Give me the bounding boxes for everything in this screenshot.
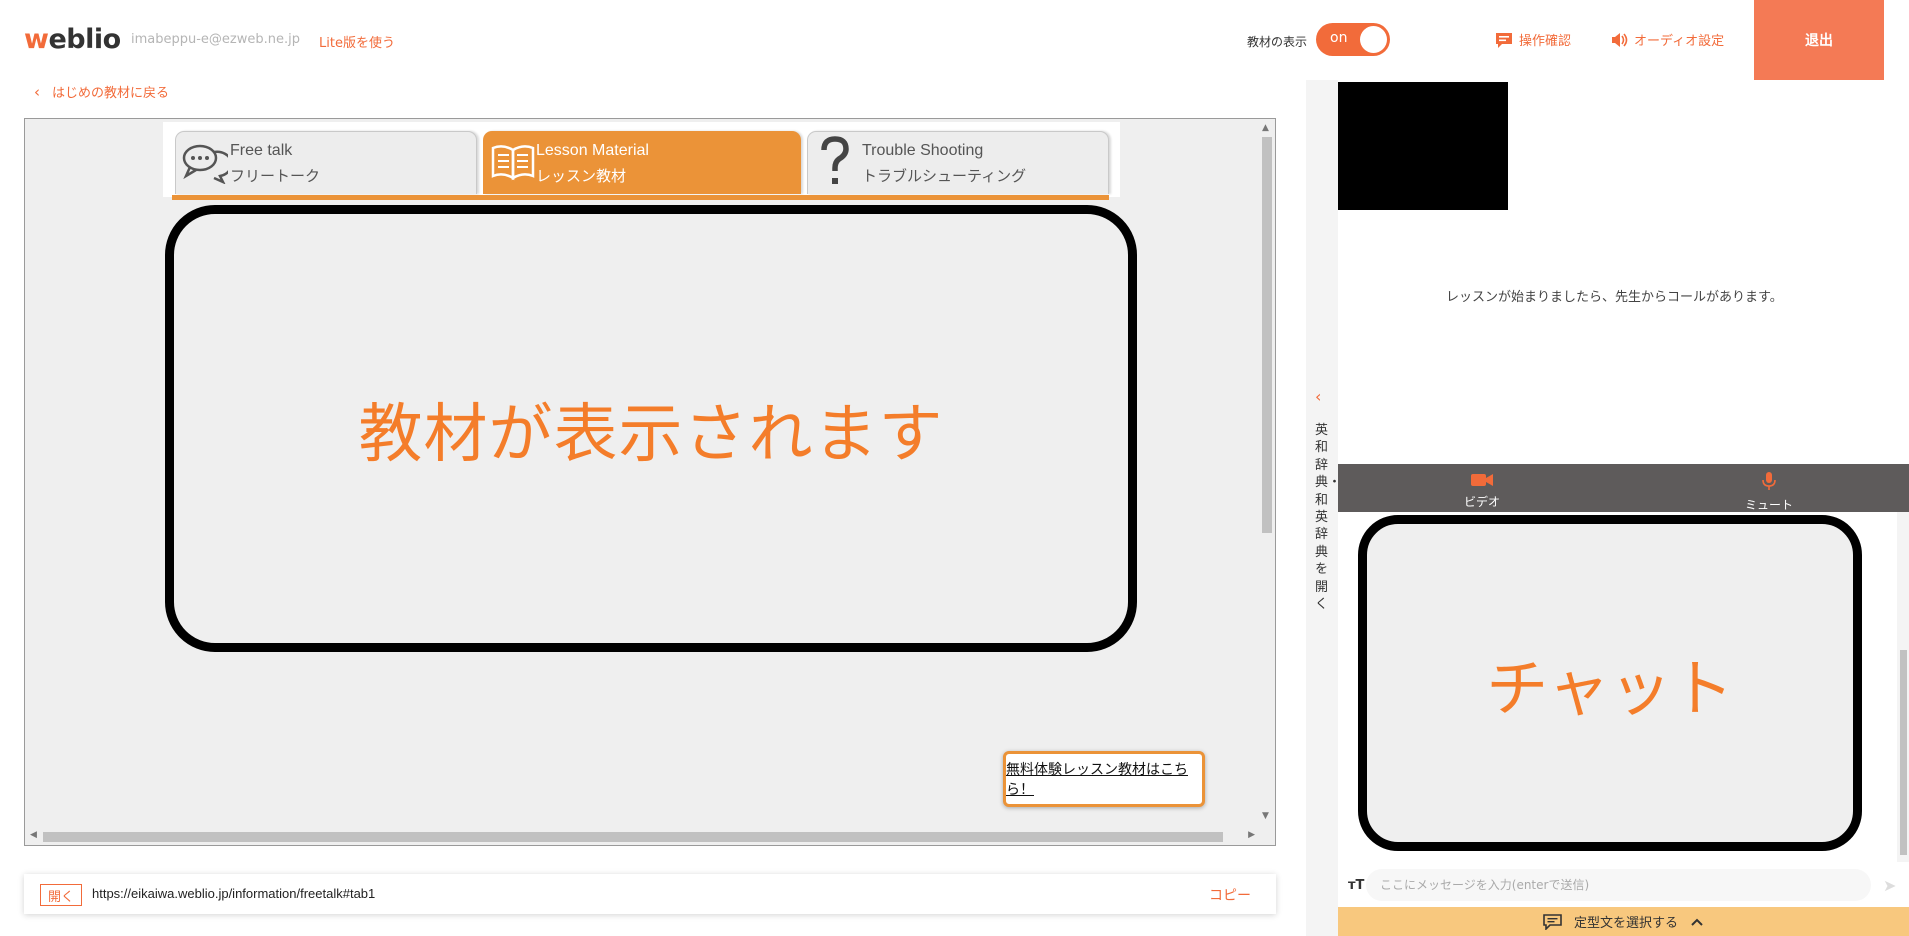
dictionary-toggle-strip[interactable]: ‹ 英和辞典・和英辞典を開く [1306,80,1342,936]
chat-scrollbar[interactable] [1897,512,1909,862]
message-template-icon [1543,913,1562,930]
speaker-icon [1612,32,1628,47]
microphone-icon [1762,472,1776,490]
material-url: https://eikaiwa.weblio.jp/information/fr… [92,886,376,901]
material-placeholder-text: 教材が表示されます [358,397,944,472]
scroll-right-arrow-icon[interactable]: ▶ [1248,830,1255,840]
speech-bubbles-icon [182,142,233,188]
mute-button[interactable]: ミュート [1729,472,1809,513]
material-display-area: 教材が表示されます [165,205,1137,652]
material-frame: Free talk フリートーク Lesson Material レッスン教材 … [24,118,1276,846]
self-video-preview [1338,82,1508,210]
audio-settings-button[interactable]: オーディオ設定 [1611,30,1724,49]
tab-lesson-material[interactable]: Lesson Material レッスン教材 [483,131,801,194]
video-button[interactable]: ビデオ [1442,472,1522,510]
send-icon[interactable]: ➤ [1883,876,1896,895]
question-mark-icon [820,136,850,192]
open-book-icon [490,142,536,186]
trial-lesson-material-link[interactable]: 無料体験レッスン教材はこちら！ [1006,759,1202,799]
vertical-scroll-thumb[interactable] [1262,137,1272,533]
tab-free-talk[interactable]: Free talk フリートーク [175,131,477,194]
toggle-state-text: on [1330,30,1348,46]
header: weblio imabeppu-e@ezweb.ne.jp Lite版を使う 教… [0,0,1909,80]
lite-version-link[interactable]: Lite版を使う [319,32,395,51]
copy-url-button[interactable]: コピー [1209,885,1251,905]
user-email: imabeppu-e@ezweb.ne.jp [131,32,300,47]
chat-area: チャット [1338,512,1909,862]
right-panel: レッスンが始まりましたら、先生からコールがあります。 ビデオ ミュート チャット [1338,80,1909,936]
material-display-toggle[interactable]: on [1316,23,1390,56]
material-horizontal-scrollbar[interactable]: ◀ ▶ [25,828,1275,845]
material-vertical-scrollbar[interactable]: ▲ ▼ [1258,119,1275,829]
operation-check-button[interactable]: 操作確認 [1495,30,1571,49]
weblio-logo[interactable]: weblio [24,24,121,55]
font-size-icon[interactable]: тT [1348,878,1364,893]
scroll-up-arrow-icon[interactable]: ▲ [1262,123,1269,133]
horizontal-scroll-thumb[interactable] [43,832,1223,842]
video-camera-icon [1471,474,1493,486]
toggle-knob [1360,26,1387,53]
open-url-button[interactable]: 開く [40,884,82,906]
chat-message-input[interactable] [1366,869,1871,901]
tabs-underline [172,195,1109,200]
media-control-bar: ビデオ ミュート [1338,464,1909,512]
chevron-up-icon [1691,918,1703,926]
scroll-left-arrow-icon[interactable]: ◀ [30,830,37,840]
lesson-waiting-message: レッスンが始まりましたら、先生からコールがあります。 [1446,290,1783,305]
template-phrase-selector[interactable]: 定型文を選択する [1338,907,1909,936]
chat-scroll-thumb[interactable] [1900,650,1907,855]
chevron-left-icon: ‹ [1315,387,1322,406]
tab-trouble-shooting[interactable]: Trouble Shooting トラブルシューティング [807,131,1109,194]
chevron-left-icon: ‹ [34,82,40,101]
material-display-label: 教材の表示 [1247,35,1308,49]
message-input-row: тT ➤ [1338,866,1909,906]
url-bar: 開く https://eikaiwa.weblio.jp/information… [24,874,1276,914]
exit-button[interactable]: 退出 [1754,0,1884,80]
back-to-first-material-link[interactable]: ‹ はじめの教材に戻る [34,82,169,102]
trial-lesson-link-box: 無料体験レッスン教材はこちら！ [1003,751,1205,807]
dictionary-open-label: 英和辞典・和英辞典を開く [1315,423,1342,613]
chat-icon [1496,32,1512,48]
chat-placeholder-text: チャット [1486,652,1734,725]
chat-log: チャット [1358,515,1862,851]
scroll-down-arrow-icon[interactable]: ▼ [1262,811,1269,821]
